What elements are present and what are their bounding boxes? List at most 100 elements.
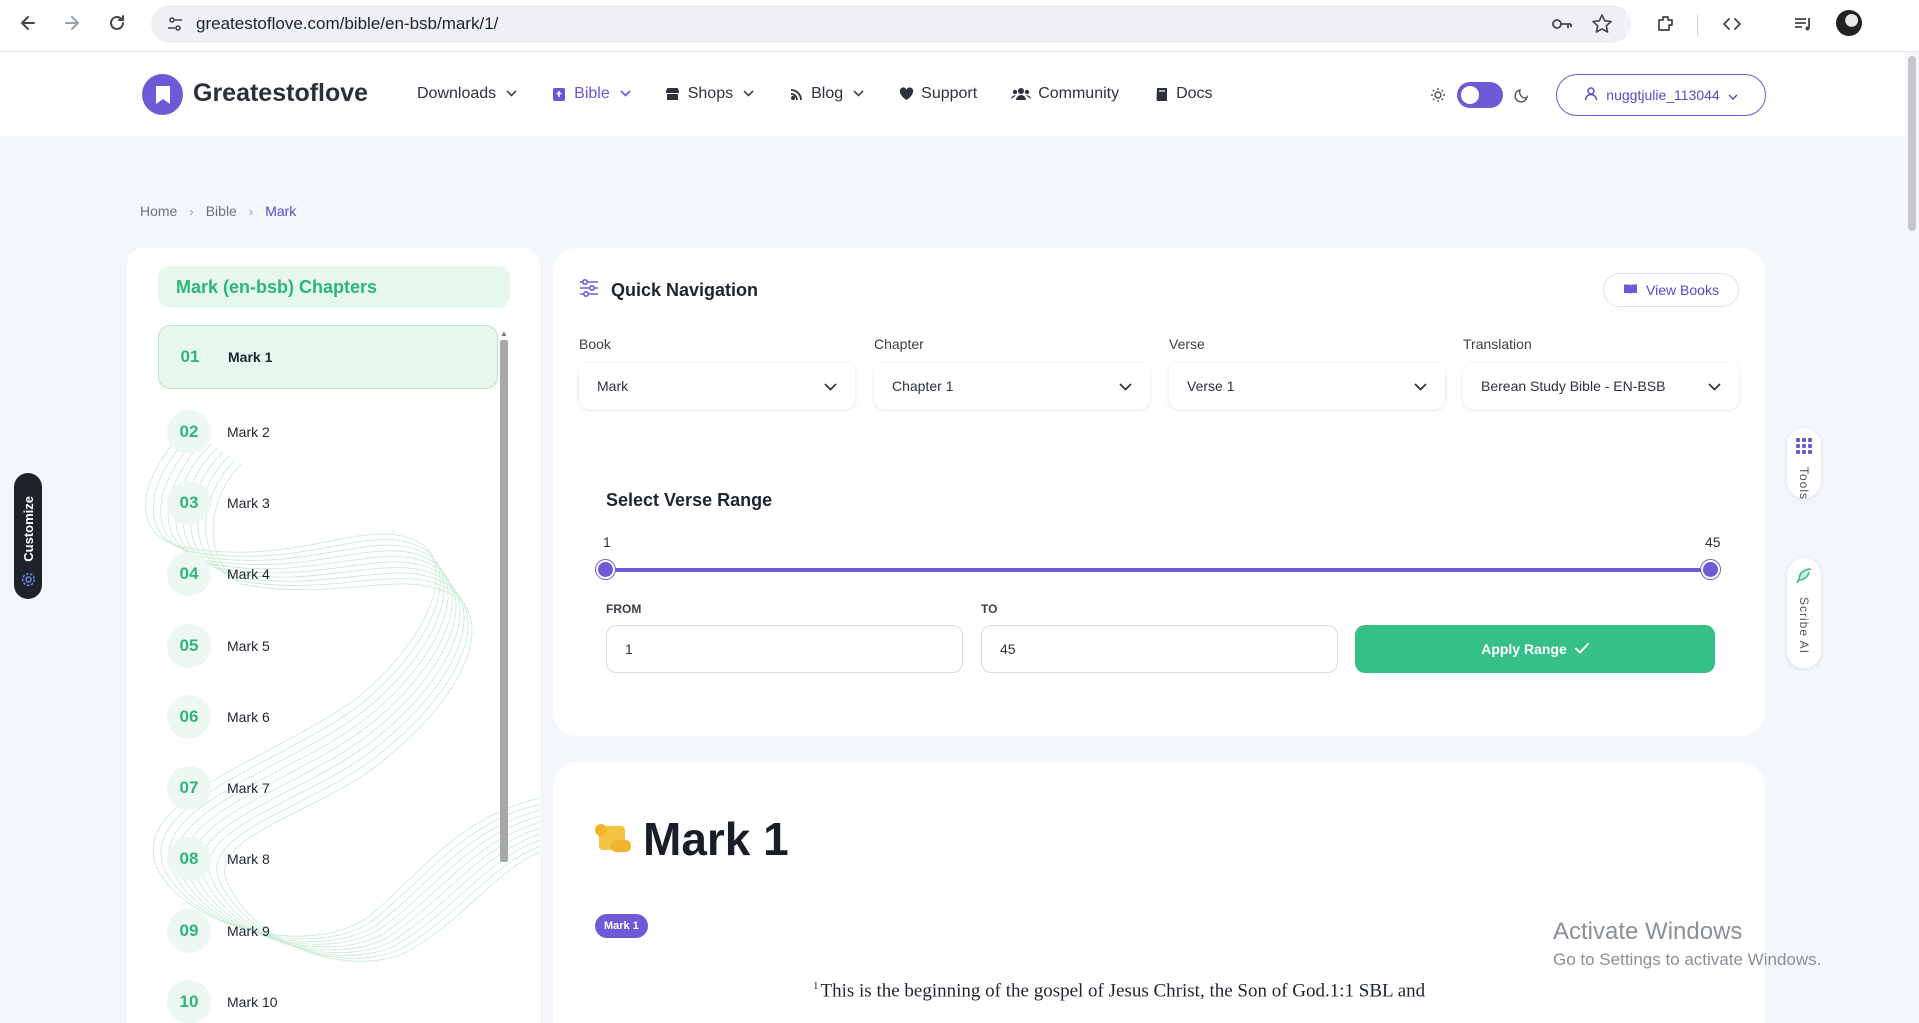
chapter-field: Chapter Chapter 1 bbox=[874, 336, 1150, 409]
to-label: TO bbox=[981, 602, 998, 616]
menu-label: Downloads bbox=[417, 85, 497, 102]
chapter-number: 03 bbox=[167, 480, 211, 525]
apply-range-button[interactable]: Apply Range bbox=[1355, 625, 1715, 673]
chapter-list: 01 Mark 1 02 Mark 2 03 Mark 3 04 Mark 4 … bbox=[158, 325, 498, 1023]
from-input[interactable] bbox=[606, 625, 963, 673]
bible-icon bbox=[551, 86, 567, 102]
tools-label: Tools bbox=[1797, 467, 1811, 501]
menu-item-community[interactable]: Community bbox=[1011, 85, 1119, 103]
chapter-value: Chapter 1 bbox=[892, 378, 954, 394]
menu-label: Bible bbox=[574, 85, 610, 102]
profile-avatar[interactable] bbox=[1836, 10, 1862, 36]
scribe-ai-tab[interactable]: Scribe AI bbox=[1787, 558, 1821, 668]
menu-item-support[interactable]: Support bbox=[898, 85, 977, 103]
translation-label: Translation bbox=[1463, 336, 1532, 352]
media-control-icon[interactable] bbox=[1790, 11, 1816, 37]
verse-label: Verse bbox=[1169, 336, 1205, 352]
menu-item-docs[interactable]: Docs bbox=[1153, 85, 1213, 103]
user-icon bbox=[1584, 86, 1598, 104]
chapter-item-1[interactable]: 01 Mark 1 bbox=[158, 325, 498, 389]
menu-item-downloads[interactable]: Downloads bbox=[417, 85, 517, 103]
back-button[interactable] bbox=[14, 9, 42, 37]
code-icon[interactable] bbox=[1719, 11, 1745, 37]
page-scrollbar[interactable] bbox=[1908, 56, 1916, 231]
blog-icon bbox=[788, 86, 804, 102]
breadcrumb-bible[interactable]: Bible bbox=[206, 203, 237, 219]
chevron-down-icon bbox=[853, 88, 864, 100]
to-input[interactable] bbox=[981, 625, 1338, 673]
chapter-item-3[interactable]: 03 Mark 3 bbox=[158, 467, 498, 538]
chapter-label: Mark 1 bbox=[228, 349, 273, 365]
browser-toolbar: greatestoflove.com/bible/en-bsb/mark/1/ bbox=[0, 0, 1919, 52]
sidebar-scrollbar[interactable] bbox=[500, 340, 508, 862]
chapter-item-9[interactable]: 09 Mark 9 bbox=[158, 895, 498, 966]
chapter-number: 09 bbox=[167, 908, 211, 953]
menu-item-blog[interactable]: Blog bbox=[788, 85, 864, 103]
heart-icon bbox=[898, 86, 914, 102]
user-menu-button[interactable]: nuggtjulie_113044 bbox=[1556, 74, 1766, 116]
logo-text[interactable]: Greatestoflove bbox=[193, 79, 368, 108]
chevron-down-icon bbox=[1728, 87, 1738, 103]
url-text[interactable]: greatestoflove.com/bible/en-bsb/mark/1/ bbox=[196, 14, 498, 34]
view-books-button[interactable]: View Books bbox=[1603, 273, 1739, 307]
site-header: Greatestoflove Downloads Bible Shops Blo… bbox=[0, 52, 1919, 136]
theme-toggle[interactable] bbox=[1457, 82, 1503, 108]
chapter-label: Mark 8 bbox=[227, 851, 270, 868]
key-icon[interactable] bbox=[1551, 14, 1573, 39]
tools-tab[interactable]: Tools bbox=[1787, 428, 1821, 501]
chapter-label: Mark 7 bbox=[227, 780, 270, 797]
breadcrumb-home[interactable]: Home bbox=[140, 203, 177, 219]
chapter-item-8[interactable]: 08 Mark 8 bbox=[158, 824, 498, 895]
users-icon bbox=[1011, 86, 1032, 102]
chapter-label: Mark 6 bbox=[227, 708, 270, 725]
customize-label: Customize bbox=[20, 496, 36, 562]
extensions-icon[interactable] bbox=[1653, 11, 1679, 37]
chevron-down-icon bbox=[743, 88, 754, 100]
logo-icon[interactable] bbox=[142, 74, 183, 115]
book-icon bbox=[1153, 86, 1169, 102]
scroll-icon bbox=[593, 820, 633, 859]
chapter-label: Mark 4 bbox=[227, 566, 270, 583]
chapter-label: Chapter bbox=[874, 336, 924, 352]
breadcrumb-current: Mark bbox=[265, 203, 297, 219]
chapter-item-2[interactable]: 02 Mark 2 bbox=[158, 396, 498, 467]
open-book-icon bbox=[1623, 282, 1638, 298]
chapter-number: 06 bbox=[167, 694, 211, 739]
menu-item-bible[interactable]: Bible bbox=[551, 85, 631, 103]
forward-button[interactable] bbox=[58, 9, 86, 37]
chapter-select[interactable]: Chapter 1 bbox=[874, 363, 1150, 409]
verse-value: Verse 1 bbox=[1187, 378, 1235, 394]
chapter-number: 08 bbox=[167, 837, 211, 882]
customize-tab[interactable]: Customize bbox=[14, 473, 42, 599]
chapter-item-4[interactable]: 04 Mark 4 bbox=[158, 539, 498, 610]
watermark-title: Activate Windows bbox=[1553, 918, 1743, 945]
verse-range-title: Select Verse Range bbox=[606, 490, 773, 510]
chapter-number: 02 bbox=[167, 409, 211, 454]
chevron-down-icon bbox=[620, 88, 631, 100]
chapter-number: 05 bbox=[167, 623, 211, 668]
chapter-item-10[interactable]: 10 Mark 10 bbox=[158, 966, 498, 1023]
range-start-handle[interactable] bbox=[596, 560, 615, 579]
quick-navigation-title: Quick Navigation bbox=[611, 280, 759, 300]
chapter-label: Mark 5 bbox=[227, 637, 270, 654]
reload-button[interactable] bbox=[103, 9, 131, 37]
chapter-item-6[interactable]: 06 Mark 6 bbox=[158, 681, 498, 752]
menu-item-shops[interactable]: Shops bbox=[665, 85, 754, 103]
chevron-down-icon bbox=[1708, 379, 1721, 394]
breadcrumb: Home › Bible › Mark bbox=[140, 203, 296, 219]
range-end-handle[interactable] bbox=[1701, 560, 1720, 579]
verse-text: This is the beginning of the gospel of J… bbox=[820, 980, 1426, 1002]
chapter-item-7[interactable]: 07 Mark 7 bbox=[158, 752, 498, 823]
scroll-up-arrow[interactable]: ▲ bbox=[500, 329, 508, 338]
translation-select[interactable]: Berean Study Bible - EN-BSB bbox=[1463, 363, 1739, 409]
book-select[interactable]: Mark bbox=[579, 363, 855, 409]
chapter-item-5[interactable]: 05 Mark 5 bbox=[158, 610, 498, 681]
toolbar-separator bbox=[1697, 14, 1698, 36]
verse-range-slider[interactable] bbox=[605, 568, 1712, 572]
address-bar[interactable]: greatestoflove.com/bible/en-bsb/mark/1/ bbox=[151, 5, 1631, 43]
chapter-heading: Mark 1 bbox=[593, 812, 789, 866]
star-icon[interactable] bbox=[1591, 13, 1613, 40]
site-info-icon[interactable] bbox=[166, 15, 184, 38]
verse-select[interactable]: Verse 1 bbox=[1169, 363, 1445, 409]
gear-icon bbox=[21, 572, 36, 591]
